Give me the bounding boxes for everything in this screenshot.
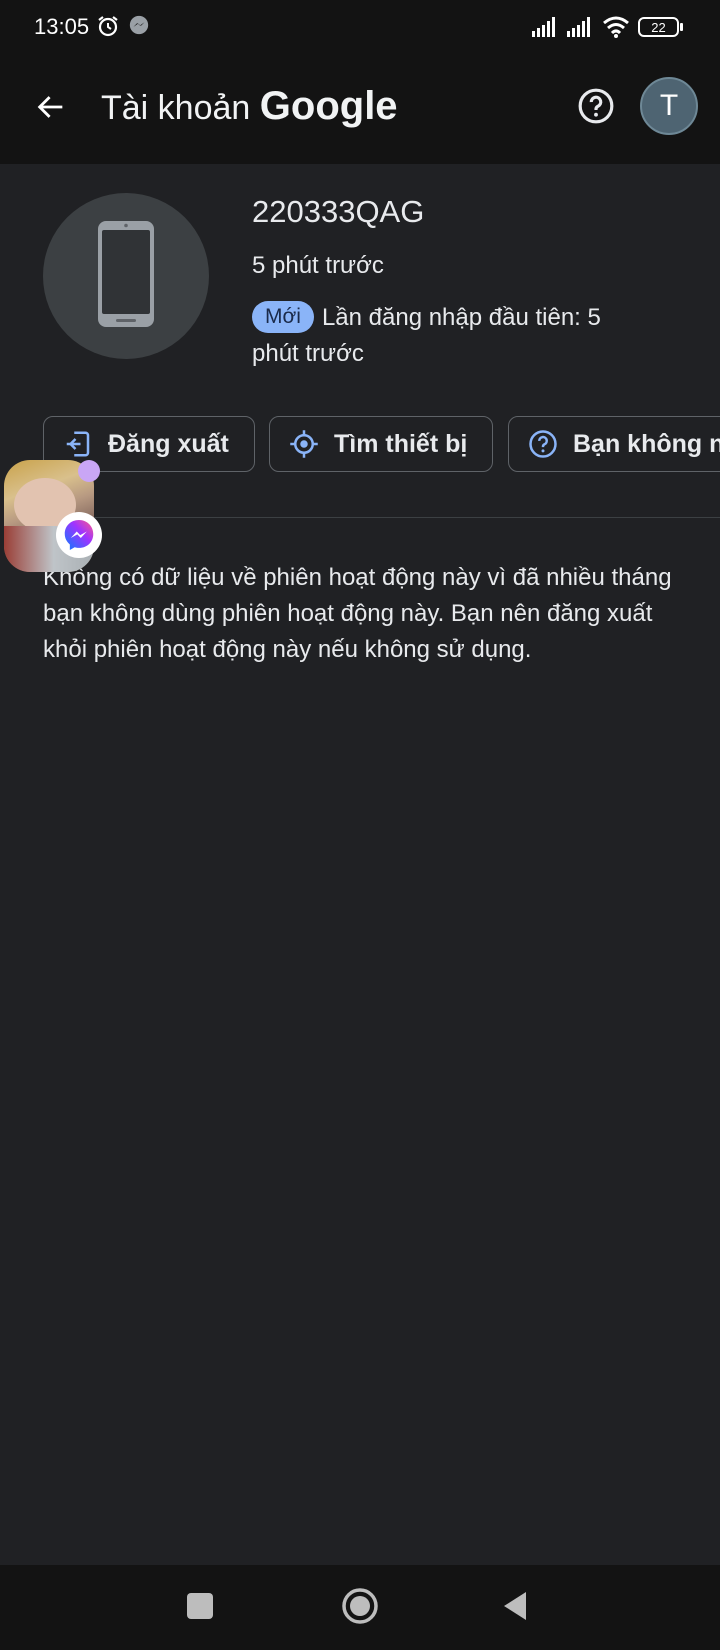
logout-label: Đăng xuất — [108, 429, 229, 458]
wifi-icon — [602, 15, 630, 44]
status-bar: 13:05 22 — [0, 0, 720, 56]
messenger-chat-head[interactable] — [4, 460, 102, 572]
dont-recognize-button[interactable]: Bạn không nh — [508, 416, 720, 472]
account-avatar[interactable]: T — [640, 77, 698, 135]
screen: 13:05 22 Tài khoản Google T 220333QAG 5 … — [0, 0, 720, 1650]
find-device-label: Tìm thiết bị — [334, 429, 468, 458]
page-title: Tài khoản Google — [101, 84, 398, 129]
divider — [43, 517, 720, 518]
home-button[interactable] — [337, 1585, 383, 1631]
alarm-icon — [96, 14, 120, 43]
dont-recognize-label: Bạn không nh — [573, 429, 720, 458]
messenger-notification-icon — [128, 14, 150, 41]
first-login-info: Mới Lần đăng nhập đầu tiên: 5 phút trước — [252, 300, 652, 372]
battery-icon: 22 — [638, 16, 684, 43]
signal-icon — [532, 17, 560, 42]
session-note: Không có dữ liệu về phiên hoạt động này … — [43, 564, 672, 663]
messenger-icon — [56, 512, 102, 558]
unread-dot — [78, 460, 100, 482]
help-circle-icon — [577, 87, 615, 130]
signal-icon — [567, 17, 595, 42]
arrow-back-icon — [34, 90, 68, 129]
recents-button[interactable] — [177, 1585, 223, 1631]
square-icon — [186, 1592, 214, 1625]
triangle-back-icon — [500, 1590, 530, 1627]
device-image — [43, 193, 209, 359]
back-button[interactable] — [26, 84, 76, 134]
phone-icon — [97, 220, 155, 333]
find-device-button[interactable]: Tìm thiết bị — [269, 416, 493, 472]
help-circle-icon — [527, 428, 559, 460]
home-circle-icon — [340, 1586, 380, 1631]
locate-icon — [288, 428, 320, 460]
page-title-prefix: Tài khoản — [101, 89, 251, 127]
status-time: 13:05 — [34, 14, 90, 39]
logout-icon — [62, 428, 94, 460]
google-brand: Google — [259, 84, 398, 128]
battery-level: 22 — [651, 20, 665, 35]
device-last-active: 5 phút trước — [252, 252, 384, 279]
new-badge: Mới — [252, 301, 314, 333]
app-bar: Tài khoản Google T — [0, 56, 720, 164]
back-nav-button[interactable] — [492, 1585, 538, 1631]
navigation-bar — [0, 1565, 720, 1650]
device-name: 220333QAG — [252, 194, 425, 229]
help-button[interactable] — [572, 84, 620, 132]
